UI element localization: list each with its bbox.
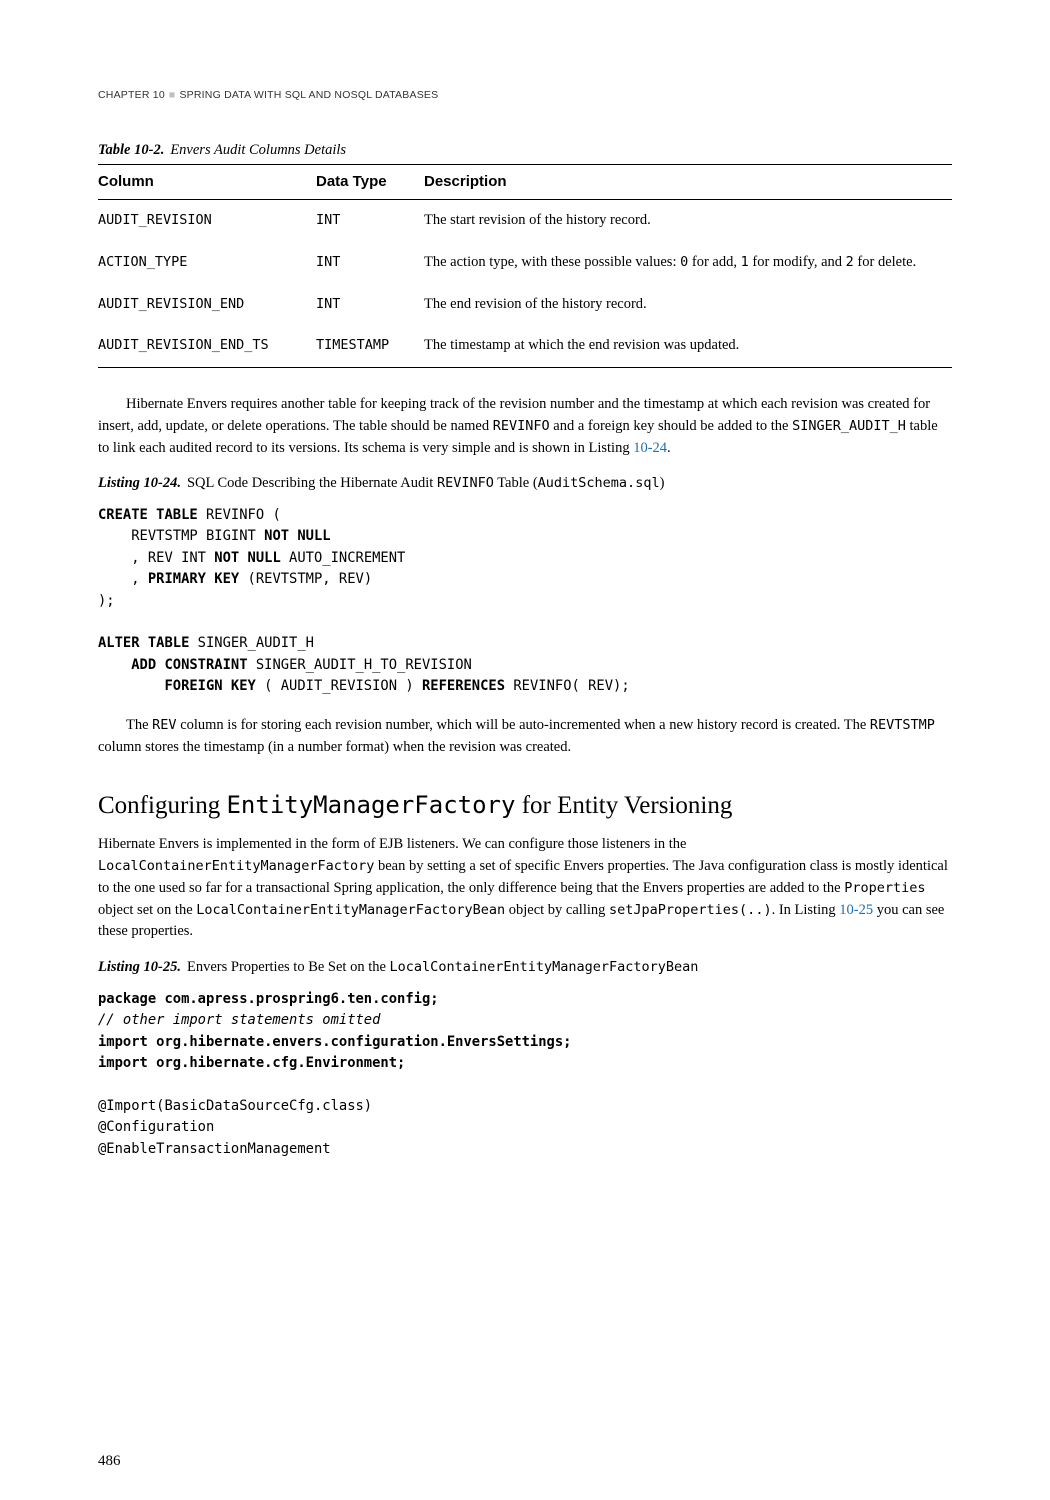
th-datatype: Data Type bbox=[316, 164, 424, 200]
running-header: CHAPTER 10■SPRING DATA WITH SQL AND NOSQ… bbox=[98, 88, 952, 104]
cell-type: TIMESTAMP bbox=[316, 325, 424, 367]
section-heading: Configuring EntityManagerFactory for Ent… bbox=[98, 787, 952, 825]
code-block-java: package com.apress.prospring6.ten.config… bbox=[98, 989, 952, 1160]
chapter-title: SPRING DATA WITH SQL AND NOSQL DATABASES bbox=[179, 89, 438, 101]
cell-desc: The end revision of the history record. bbox=[424, 284, 952, 326]
chapter-label: CHAPTER 10 bbox=[98, 89, 165, 101]
th-column: Column bbox=[98, 164, 316, 200]
listing-caption: Listing 10-24.SQL Code Describing the Hi… bbox=[98, 473, 952, 495]
cell-desc: The action type, with these possible val… bbox=[424, 242, 952, 284]
cell-column: AUDIT_REVISION bbox=[98, 200, 316, 242]
paragraph: The REV column is for storing each revis… bbox=[98, 715, 952, 759]
table-row: ACTION_TYPE INT The action type, with th… bbox=[98, 242, 952, 284]
table-row: AUDIT_REVISION_END INT The end revision … bbox=[98, 284, 952, 326]
paragraph: Hibernate Envers requires another table … bbox=[98, 394, 952, 459]
code-block-sql: CREATE TABLE REVINFO ( REVTSTMP BIGINT N… bbox=[98, 505, 952, 697]
cell-desc: The timestamp at which the end revision … bbox=[424, 325, 952, 367]
table-caption: Table 10-2.Envers Audit Columns Details bbox=[98, 140, 952, 162]
cell-type: INT bbox=[316, 284, 424, 326]
table-label: Table 10-2. bbox=[98, 142, 164, 158]
th-description: Description bbox=[424, 164, 952, 200]
listing-link[interactable]: 10-25 bbox=[839, 902, 873, 918]
listing-link[interactable]: 10-24 bbox=[633, 440, 667, 456]
envers-columns-table: Column Data Type Description AUDIT_REVIS… bbox=[98, 164, 952, 369]
table-caption-text: Envers Audit Columns Details bbox=[164, 142, 346, 158]
cell-desc: The start revision of the history record… bbox=[424, 200, 952, 242]
cell-column: AUDIT_REVISION_END_TS bbox=[98, 325, 316, 367]
separator-icon: ■ bbox=[165, 89, 180, 101]
cell-type: INT bbox=[316, 200, 424, 242]
table-row: AUDIT_REVISION_END_TS TIMESTAMP The time… bbox=[98, 325, 952, 367]
table-header-row: Column Data Type Description bbox=[98, 164, 952, 200]
cell-column: ACTION_TYPE bbox=[98, 242, 316, 284]
table-row: AUDIT_REVISION INT The start revision of… bbox=[98, 200, 952, 242]
listing-label: Listing 10-24. bbox=[98, 475, 181, 491]
listing-label: Listing 10-25. bbox=[98, 959, 181, 975]
page-number: 486 bbox=[98, 1450, 121, 1473]
cell-type: INT bbox=[316, 242, 424, 284]
listing-caption: Listing 10-25.Envers Properties to Be Se… bbox=[98, 957, 952, 979]
cell-column: AUDIT_REVISION_END bbox=[98, 284, 316, 326]
paragraph: Hibernate Envers is implemented in the f… bbox=[98, 834, 952, 943]
